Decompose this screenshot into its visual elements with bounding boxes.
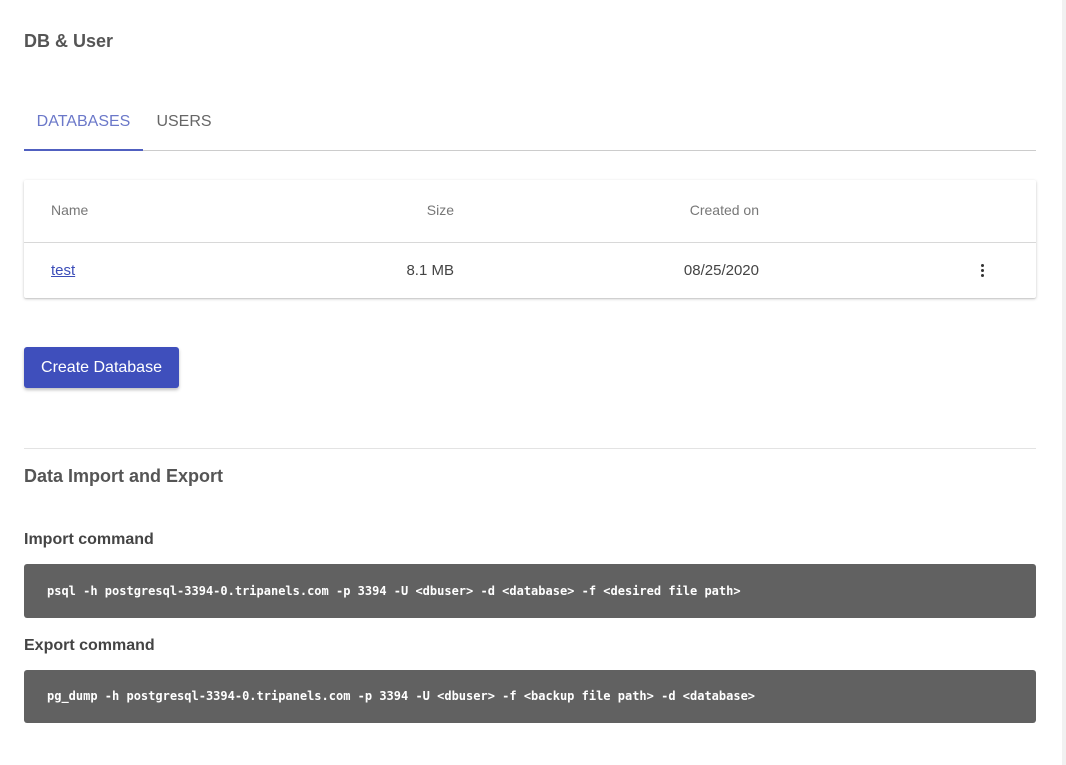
database-created-date: 08/25/2020 [683,262,759,279]
table-header: Name Size Created on [24,180,1036,243]
tab-bar: DATABASES USERS [24,97,1036,151]
active-tab-indicator [24,149,143,151]
database-size: 8.1 MB [406,262,454,279]
page-title: DB & User [24,31,114,51]
tab-databases[interactable]: DATABASES [24,97,143,150]
import-export-title: Data Import and Export [24,466,224,486]
tab-users[interactable]: USERS [143,97,225,150]
column-header-created[interactable]: Created on [690,202,759,218]
more-vert-icon[interactable] [973,257,993,285]
database-name-link[interactable]: test [51,262,75,279]
scrollbar-track[interactable] [1062,0,1066,765]
databases-table: Name Size Created on test 8.1 MB 08/25/2… [24,180,1036,298]
create-database-button[interactable]: Create Database [24,347,179,388]
export-command-box[interactable]: pg_dump -h postgresql-3394-0.tripanels.c… [24,670,1036,723]
section-divider [24,448,1036,449]
import-command-label: Import command [24,531,154,548]
import-command-box[interactable]: psql -h postgresql-3394-0.tripanels.com … [24,564,1036,618]
table-row: test 8.1 MB 08/25/2020 [24,244,1036,298]
column-header-name[interactable]: Name [51,202,88,218]
export-command-label: Export command [24,637,155,654]
column-header-size[interactable]: Size [427,202,454,218]
